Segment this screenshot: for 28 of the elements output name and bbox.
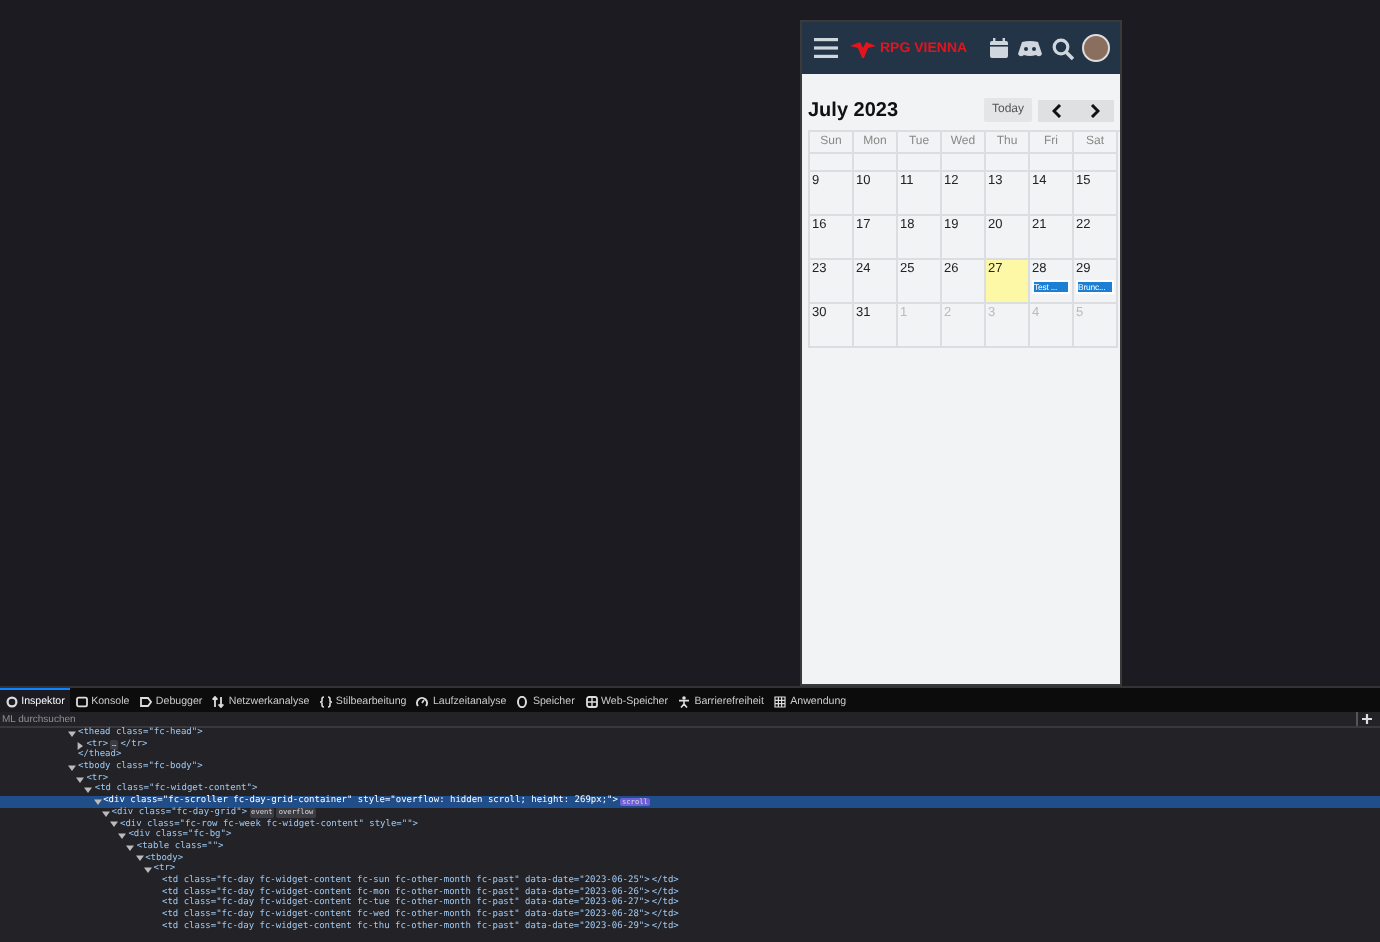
- menu-button[interactable]: [812, 36, 840, 60]
- chevron-left-icon: [1052, 103, 1062, 117]
- gauge-icon: [416, 695, 429, 707]
- inspector-icon: [5, 695, 18, 707]
- debugger-icon: [139, 695, 152, 707]
- chevron-right-icon: [1090, 103, 1100, 117]
- controller-icon: [1018, 39, 1042, 57]
- collapsed-arrow-icon[interactable]: [76, 741, 85, 750]
- calendar-icon: [990, 38, 1008, 58]
- memory-icon: [516, 695, 529, 707]
- add-node-button[interactable]: [1356, 712, 1376, 726]
- console-icon: [75, 695, 88, 707]
- network-icon: [212, 695, 225, 707]
- search-icon: [1052, 37, 1074, 59]
- storage-icon: [585, 695, 598, 707]
- expanded-arrow-icon[interactable]: [68, 729, 76, 738]
- month-title: July 2023: [808, 99, 899, 121]
- calendar-button[interactable]: [988, 36, 1010, 60]
- avatar[interactable]: [1082, 34, 1110, 62]
- accessibility-icon: [678, 695, 691, 707]
- day-cell: [1074, 154, 1118, 172]
- chat-button[interactable]: [1016, 37, 1044, 59]
- braces-icon: [319, 695, 332, 707]
- grid-icon: [774, 695, 787, 707]
- plus-icon: [1362, 714, 1372, 724]
- search-button[interactable]: [1050, 35, 1076, 61]
- menu-icon: [814, 38, 838, 58]
- dragon-icon: [850, 39, 876, 57]
